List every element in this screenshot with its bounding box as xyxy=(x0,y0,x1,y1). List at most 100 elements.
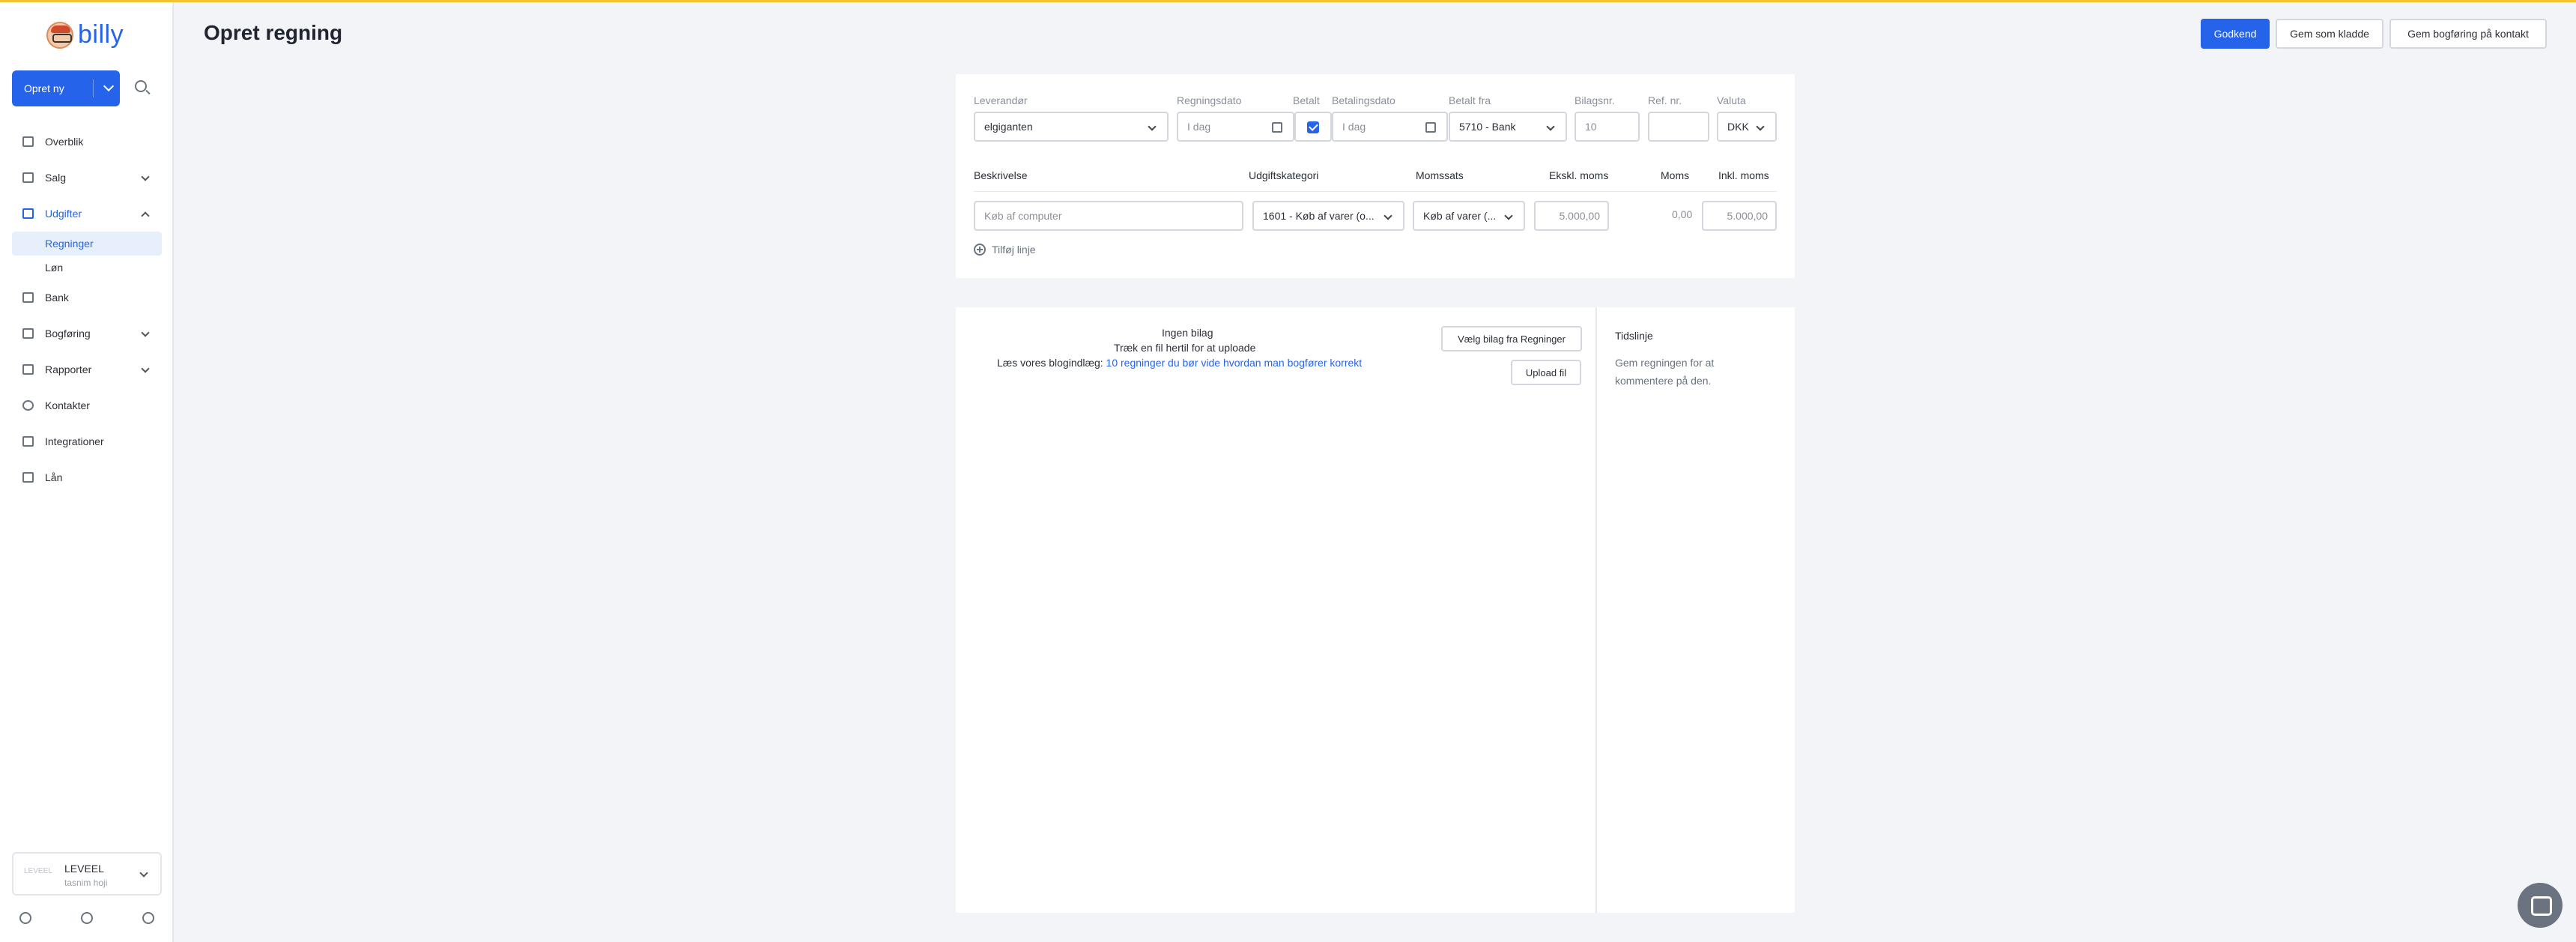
vendor-select[interactable]: elgiganten xyxy=(974,112,1169,142)
sidebar-item-kontakter[interactable]: Kontakter xyxy=(12,387,162,423)
line-incl-vat-value: 5.000,00 xyxy=(1727,210,1769,222)
chevron-down-icon xyxy=(1504,211,1513,220)
col-description: Beskrivelse xyxy=(974,169,1028,181)
org-user: tasnim hoji xyxy=(64,878,108,888)
dashboard-icon xyxy=(22,136,34,147)
voucher-no-input[interactable]: 10 xyxy=(1575,112,1640,142)
chevron-down-icon xyxy=(1756,122,1765,131)
blog-hint: Læs vores blogindlæg: 10 regninger du bø… xyxy=(997,357,1362,369)
blog-link[interactable]: 10 regninger du bør vide hvordan man bog… xyxy=(1106,357,1363,369)
billy-mascot-icon xyxy=(46,21,73,49)
line-excl-vat-value: 5.000,00 xyxy=(1559,210,1601,222)
ref-no-input[interactable] xyxy=(1648,112,1709,142)
sidebar-item-bank[interactable]: Bank xyxy=(12,280,162,315)
sidebar-item-salg[interactable]: Salg xyxy=(12,160,162,196)
paid-from-select[interactable]: 5710 - Bank xyxy=(1449,112,1567,142)
search-icon[interactable] xyxy=(135,80,147,92)
sidebar-item-rapporter[interactable]: Rapporter xyxy=(12,351,162,387)
button-divider xyxy=(93,79,94,97)
settings-icon[interactable] xyxy=(81,912,93,924)
vendor-label: Leverandør xyxy=(974,94,1028,106)
reports-icon xyxy=(22,364,34,375)
voucher-no-label: Bilagsnr. xyxy=(1575,94,1615,106)
col-vat-rate: Momssats xyxy=(1416,169,1464,181)
sidebar: billy Opret ny Overblik Salg Udgifter Re… xyxy=(0,2,174,942)
sidebar-item-label: Rapporter xyxy=(45,363,92,375)
payment-date-field[interactable]: I dag xyxy=(1332,112,1448,142)
expenses-icon xyxy=(22,208,34,219)
line-vat-rate-select[interactable]: Køb af varer (... xyxy=(1413,201,1525,231)
user-icon[interactable] xyxy=(19,912,31,924)
sidebar-item-label: Kontakter xyxy=(45,399,90,411)
bill-date-field[interactable]: I dag xyxy=(1177,112,1294,142)
upload-file-button[interactable]: Upload fil xyxy=(1511,360,1581,385)
chevron-down-icon[interactable] xyxy=(103,80,115,92)
line-category-select[interactable]: 1601 - Køb af varer (o... xyxy=(1252,201,1404,231)
integrations-icon xyxy=(22,436,34,447)
save-contact-button[interactable]: Gem bogføring på kontakt xyxy=(2389,19,2547,49)
sidebar-item-label: Bogføring xyxy=(45,327,91,339)
paid-from-label: Betalt fra xyxy=(1449,94,1491,106)
save-draft-button[interactable]: Gem som kladde xyxy=(2276,19,2383,49)
line-description-input[interactable]: Køb af computer xyxy=(974,201,1243,231)
ledger-icon xyxy=(22,328,34,339)
sidebar-item-udgifter[interactable]: Udgifter xyxy=(12,196,162,232)
plus-circle-icon xyxy=(974,244,986,256)
drag-file-text: Træk en fil hertil for at uploade xyxy=(1114,342,1256,354)
chevron-down-icon xyxy=(1384,211,1392,220)
no-attachment-text: Ingen bilag xyxy=(1162,327,1213,339)
line-incl-vat-input[interactable]: 5.000,00 xyxy=(1702,201,1777,231)
paid-from-value: 5710 - Bank xyxy=(1459,121,1516,133)
bank-icon xyxy=(22,292,34,303)
sidebar-item-label: Integrationer xyxy=(45,435,104,447)
loan-icon xyxy=(22,472,34,483)
top-accent-line xyxy=(0,0,2576,2)
timeline-title: Tidslinje xyxy=(1615,330,1653,342)
paid-label: Betalt xyxy=(1293,94,1320,106)
contacts-icon xyxy=(22,400,34,411)
add-line-label: Tilføj linje xyxy=(992,244,1036,256)
approve-button[interactable]: Godkend xyxy=(2201,19,2270,49)
page-title: Opret regning xyxy=(204,21,343,44)
paid-checkbox[interactable] xyxy=(1307,121,1319,133)
col-incl-vat: Inkl. moms xyxy=(1718,169,1769,181)
org-name: LEVEEL xyxy=(64,863,104,875)
create-new-button[interactable]: Opret ny xyxy=(12,70,120,106)
col-category: Udgiftskategori xyxy=(1249,169,1319,181)
currency-label: Valuta xyxy=(1717,94,1746,106)
payment-date-value: I dag xyxy=(1342,121,1366,133)
sidebar-item-overblik[interactable]: Overblik xyxy=(12,124,162,160)
billy-logo[interactable]: billy xyxy=(46,20,124,49)
line-vat-value: 0,00 xyxy=(1672,208,1693,220)
help-icon[interactable] xyxy=(142,912,154,924)
add-line-button[interactable]: Tilføj linje xyxy=(974,244,1036,256)
org-logo: LEVEEL xyxy=(24,867,52,875)
main-nav: Overblik Salg Udgifter Regninger Løn Ban… xyxy=(12,124,162,495)
chevron-down-icon xyxy=(141,328,150,337)
col-excl-vat: Ekskl. moms xyxy=(1549,169,1609,181)
sidebar-item-integrationer[interactable]: Integrationer xyxy=(12,423,162,459)
attachment-card xyxy=(956,307,1795,913)
col-vat: Moms xyxy=(1661,169,1690,181)
paid-checkbox-wrap xyxy=(1294,112,1332,142)
chevron-down-icon xyxy=(1546,122,1555,131)
sidebar-item-label: Overblik xyxy=(45,136,84,148)
blog-prefix: Læs vores blogindlæg: xyxy=(997,357,1103,369)
sidebar-subitem-loen[interactable]: Løn xyxy=(12,256,162,280)
sidebar-subitem-regninger[interactable]: Regninger xyxy=(12,232,162,256)
line-excl-vat-input[interactable]: 5.000,00 xyxy=(1534,201,1609,231)
chevron-down-icon xyxy=(141,364,150,373)
choose-attachment-button[interactable]: Vælg bilag fra Regninger xyxy=(1441,326,1582,351)
currency-value: DKK xyxy=(1727,121,1749,133)
sidebar-item-bogfoering[interactable]: Bogføring xyxy=(12,315,162,351)
voucher-no-value: 10 xyxy=(1585,121,1597,133)
sidebar-item-label: Lån xyxy=(45,471,63,483)
sidebar-item-label: Udgifter xyxy=(45,208,82,220)
line-category-value: 1601 - Køb af varer (o... xyxy=(1263,210,1375,222)
organization-switcher[interactable]: LEVEEL LEVEEL tasnim hoji xyxy=(12,852,162,896)
chat-support-icon[interactable] xyxy=(2518,883,2563,928)
calendar-icon xyxy=(1425,122,1436,133)
sidebar-item-laan[interactable]: Lån xyxy=(12,459,162,495)
chevron-down-icon xyxy=(141,172,150,181)
currency-select[interactable]: DKK xyxy=(1717,112,1777,142)
